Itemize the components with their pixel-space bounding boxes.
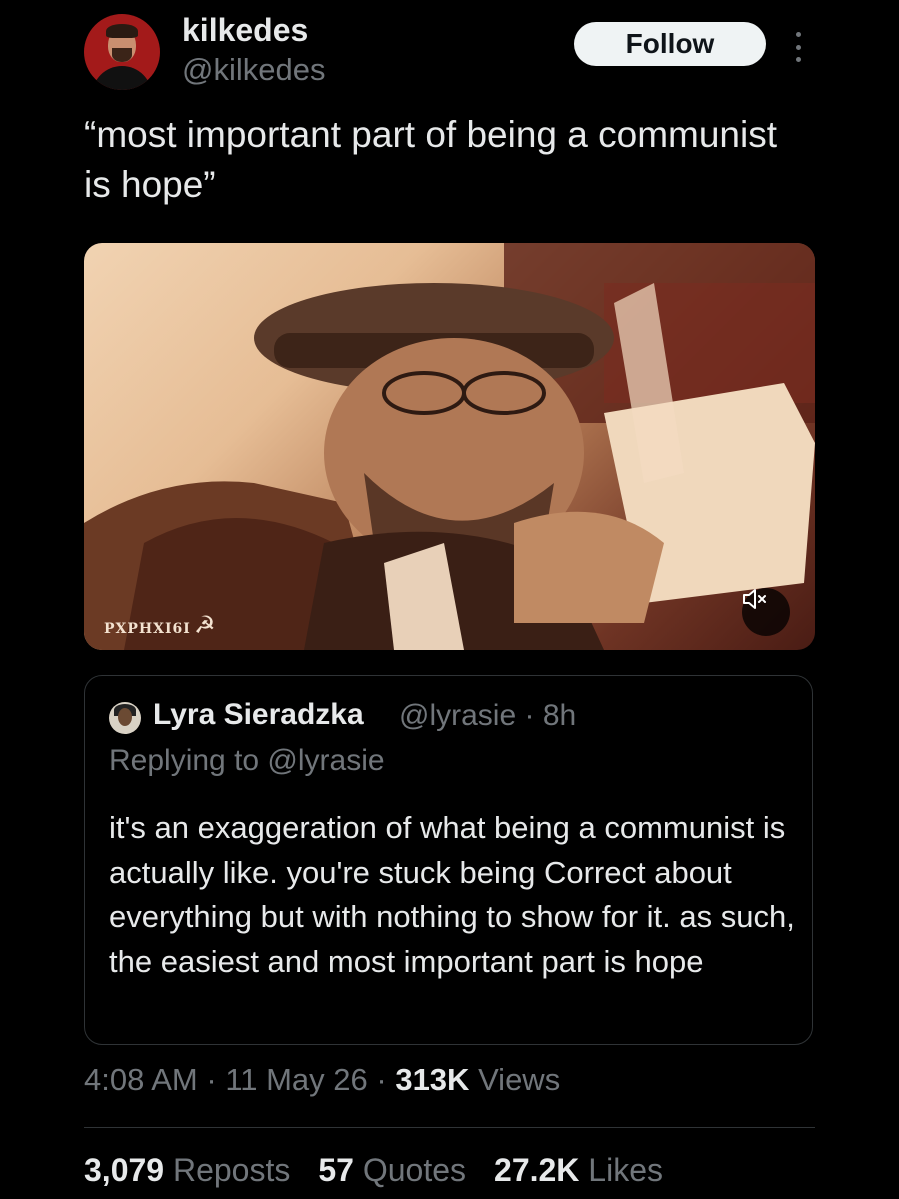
author-avatar[interactable] xyxy=(84,14,160,90)
reposts-stat[interactable]: 3,079 Reposts xyxy=(84,1152,290,1189)
muted-speaker-icon[interactable] xyxy=(742,588,790,636)
author-display-name[interactable]: kilkedes xyxy=(182,12,308,49)
avatar-body xyxy=(92,66,152,90)
tweet-text: “most important part of being a communis… xyxy=(84,114,778,205)
divider xyxy=(84,1127,815,1128)
likes-count: 27.2K xyxy=(494,1152,580,1188)
quoted-replying-to[interactable]: Replying to @lyrasie xyxy=(109,744,385,778)
reposts-count: 3,079 xyxy=(84,1152,165,1188)
tweet-header: kilkedes @kilkedes Follow xyxy=(84,12,864,94)
quoted-time: · 8h xyxy=(524,699,577,732)
engagement-stats: 3,079 Reposts 57 Quotes 27.2K Likes xyxy=(84,1152,663,1189)
video-watermark: PXPHXI6I xyxy=(104,621,191,637)
avatar-hair xyxy=(106,24,138,38)
hammer-sickle-icon: ☭ xyxy=(194,612,216,639)
author-handle[interactable]: @kilkedes xyxy=(182,52,325,88)
follow-button[interactable]: Follow xyxy=(574,22,766,66)
tweet-date[interactable]: 11 May 26 xyxy=(225,1062,367,1097)
reposts-label: Reposts xyxy=(172,1152,291,1188)
quoted-tweet[interactable]: Lyra Sieradzka @lyrasie · 8h Replying to… xyxy=(84,675,813,1045)
more-options-icon[interactable] xyxy=(790,32,806,62)
views-label: Views xyxy=(478,1062,561,1097)
separator-dot: · xyxy=(376,1062,396,1097)
tweet-timestamp: 4:08 AM · 11 May 26 · 313K Views xyxy=(84,1062,560,1098)
likes-label: Likes xyxy=(588,1152,663,1188)
quoted-author-avatar[interactable] xyxy=(109,702,141,734)
separator-dot: · xyxy=(206,1062,226,1097)
video-frame xyxy=(84,243,815,650)
views-count: 313K xyxy=(395,1062,470,1097)
video-player[interactable]: PXPHXI6I ☭ xyxy=(84,243,815,650)
avatar-beard xyxy=(112,48,132,62)
tweet-time[interactable]: 4:08 AM xyxy=(84,1062,198,1097)
quoted-author-handle[interactable]: @lyrasie xyxy=(399,699,516,732)
quoted-tweet-text: it's an exaggeration of what being a com… xyxy=(109,810,795,979)
quoted-author-meta: @lyrasie · 8h xyxy=(399,699,576,733)
quoted-author-name[interactable]: Lyra Sieradzka xyxy=(153,698,364,732)
quotes-count: 57 xyxy=(318,1152,354,1188)
quotes-label: Quotes xyxy=(362,1152,467,1188)
quotes-stat[interactable]: 57 Quotes xyxy=(318,1152,466,1189)
likes-stat[interactable]: 27.2K Likes xyxy=(494,1152,663,1189)
